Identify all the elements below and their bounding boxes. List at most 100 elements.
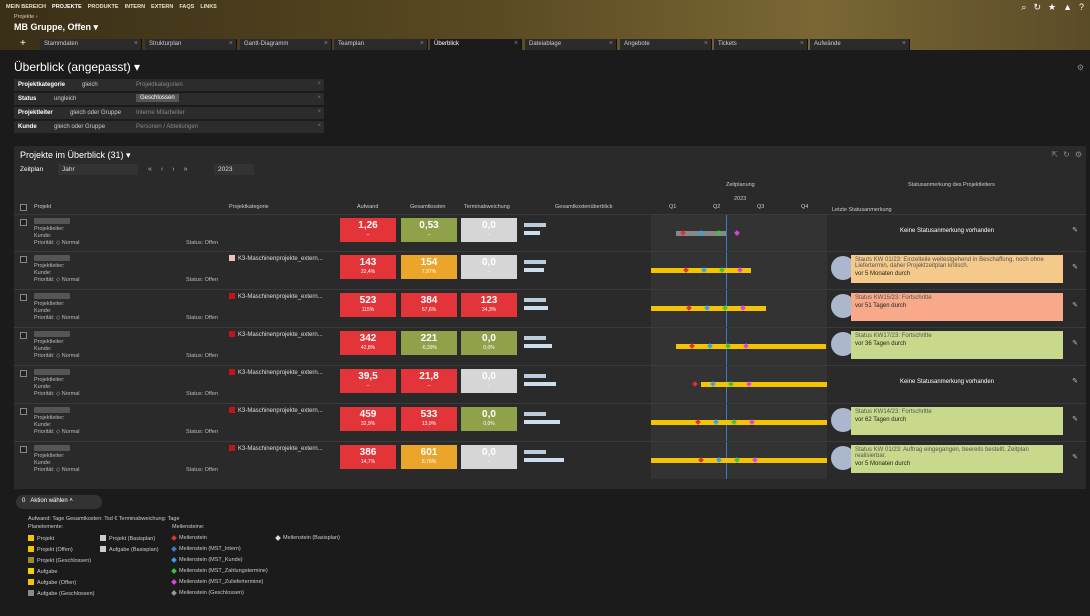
status-note[interactable]: Status KW17/23: Fortschritte vor 36 Tagen… [851, 331, 1063, 359]
filter-operator[interactable]: gleich oder Gruppe [54, 124, 105, 130]
nav-extern[interactable]: EXTERN [151, 4, 173, 10]
gesamtkosten-kpi[interactable]: 221 -6,39% [401, 331, 457, 355]
milestone-icon[interactable] [692, 381, 698, 387]
close-icon[interactable]: × [420, 40, 424, 47]
gesamtkosten-kpi[interactable]: 0,53– [401, 218, 457, 242]
close-icon[interactable]: × [902, 40, 906, 47]
action-select[interactable]: 0 Aktion wählen ˄ [16, 495, 102, 509]
filter-operator[interactable]: ungleich [54, 96, 76, 102]
tab-teamplan[interactable]: Teamplan × [334, 39, 428, 50]
tab-dateiablage[interactable]: Dateiablage × [525, 39, 617, 50]
column-header[interactable]: Gesamtkosten [410, 204, 445, 210]
nav-faqs[interactable]: FAQS [179, 4, 194, 10]
filter-chip[interactable]: Geschlossen [136, 94, 179, 102]
terminabweichung-kpi[interactable]: 0,0– [461, 369, 517, 393]
terminabweichung-kpi[interactable]: 0,0 0,0% [461, 407, 517, 431]
nav-links[interactable]: LINKS [200, 4, 217, 10]
nav-produkte[interactable]: PRODUKTE [88, 4, 119, 10]
column-header[interactable]: Projektkategorie [229, 204, 269, 210]
next-icon[interactable]: › [172, 166, 174, 173]
help-icon[interactable]: ? [1079, 2, 1084, 13]
row-checkbox[interactable] [20, 370, 27, 377]
column-header[interactable]: Projekt [34, 204, 51, 210]
project-selector[interactable]: MB Gruppe, Offen ▾ [14, 22, 98, 33]
year-input[interactable]: 2023 [214, 164, 254, 175]
edit-icon[interactable]: ✎ [1072, 453, 1078, 461]
tab-aufwände[interactable]: Aufwände × [810, 39, 910, 50]
close-icon[interactable]: × [324, 40, 328, 47]
export-icon[interactable]: ⇱ [1051, 150, 1058, 159]
status-note[interactable]: Status KW15/23: Fortschritte vor 51 Tagen… [851, 293, 1063, 321]
close-icon[interactable]: × [514, 40, 518, 47]
filter-value[interactable]: Interne Mitarbeiter [136, 110, 185, 116]
search-icon[interactable]: ⌕ [1021, 2, 1026, 13]
project-name[interactable] [34, 445, 70, 451]
close-icon[interactable]: × [134, 40, 138, 47]
status-note[interactable]: Stauts KW 01/23: Einzelteile weitestgehe… [851, 255, 1063, 283]
gantt-bar[interactable] [676, 344, 826, 349]
project-name[interactable] [34, 369, 70, 375]
zeitplan-select[interactable]: Jahr [58, 164, 138, 175]
tab-überblick[interactable]: Überblick × [430, 39, 522, 50]
gantt-bar[interactable] [651, 420, 827, 425]
edit-icon[interactable]: ✎ [1072, 415, 1078, 423]
aufwand-kpi[interactable]: 1,26– [340, 218, 396, 242]
milestone-icon[interactable] [734, 230, 740, 236]
terminabweichung-kpi[interactable]: 123 34,3% [461, 293, 517, 317]
aufwand-kpi[interactable]: 523 115% [340, 293, 396, 317]
filter-operator[interactable]: gleich oder Gruppe [70, 110, 121, 116]
aufwand-kpi[interactable]: 342 42,8% [340, 331, 396, 355]
last-icon[interactable]: » [184, 166, 188, 173]
tab-stammdaten[interactable]: Stammdaten × [40, 39, 142, 50]
terminabweichung-kpi[interactable]: 0,0 0,0% [461, 331, 517, 355]
column-header[interactable]: Letzte Statusanmerkung [832, 207, 892, 213]
filter-operator[interactable]: gleich [82, 82, 98, 88]
clear-icon[interactable]: × [317, 123, 321, 129]
star-icon[interactable]: ★ [1048, 2, 1056, 13]
tab-angebote[interactable]: Angebote × [620, 39, 712, 50]
terminabweichung-kpi[interactable]: 0,0– [461, 255, 517, 279]
close-icon[interactable]: × [609, 40, 613, 47]
project-name[interactable] [34, 331, 70, 337]
aufwand-kpi[interactable]: 459 32,9% [340, 407, 396, 431]
gesamtkosten-kpi[interactable]: 154 7,97% [401, 255, 457, 279]
nav-intern[interactable]: INTERN [125, 4, 145, 10]
clear-icon[interactable]: × [317, 81, 321, 87]
column-header[interactable]: Terminabweichung [464, 204, 510, 210]
tab-strukturplan[interactable]: Strukturplan × [145, 39, 237, 50]
terminabweichung-kpi[interactable]: 0,0– [461, 445, 517, 469]
refresh-icon[interactable]: ↻ [1063, 150, 1070, 159]
close-icon[interactable]: × [800, 40, 804, 47]
tab-gantt-diagramm[interactable]: Gantt-Diagramm × [240, 39, 332, 50]
edit-icon[interactable]: ✎ [1072, 301, 1078, 309]
nav-projekte[interactable]: PROJEKTE [52, 4, 82, 10]
gesamtkosten-kpi[interactable]: 384 57,6% [401, 293, 457, 317]
column-header[interactable]: Aufwand [357, 204, 378, 210]
aufwand-kpi[interactable]: 143 22,4% [340, 255, 396, 279]
first-icon[interactable]: « [148, 166, 152, 173]
aufwand-kpi[interactable]: 386 14,7% [340, 445, 396, 469]
gantt-bar[interactable] [701, 382, 827, 387]
edit-icon[interactable]: ✎ [1072, 377, 1078, 385]
column-header[interactable]: 2023 [734, 196, 746, 202]
select-all-checkbox[interactable] [20, 204, 27, 211]
status-note[interactable]: Status KW14/23: Fortschritte vor 62 Tagen… [851, 407, 1063, 435]
tab-tickets[interactable]: Tickets × [714, 39, 808, 50]
page-title[interactable]: Überblick (angepasst) ▾ [14, 60, 140, 74]
bell-icon[interactable]: ▲ [1063, 2, 1072, 13]
edit-icon[interactable]: ✎ [1072, 339, 1078, 347]
edit-icon[interactable]: ✎ [1072, 226, 1078, 234]
close-icon[interactable]: × [704, 40, 708, 47]
column-header[interactable]: Statusanmerkung des Projektleiters [908, 182, 995, 188]
breadcrumb[interactable]: Projekte › [14, 14, 38, 20]
clear-icon[interactable]: × [317, 95, 321, 101]
row-checkbox[interactable] [20, 332, 27, 339]
filter-value[interactable]: Personen / Abteilungen [136, 124, 198, 130]
filter-value[interactable]: Projektkategorien [136, 82, 183, 88]
column-header[interactable]: Zeitplanung [726, 182, 755, 188]
row-checkbox[interactable] [20, 446, 27, 453]
gesamtkosten-kpi[interactable]: 533 13,9% [401, 407, 457, 431]
project-name[interactable] [34, 218, 70, 224]
clear-icon[interactable]: × [317, 109, 321, 115]
aufwand-kpi[interactable]: 39,5– [340, 369, 396, 393]
